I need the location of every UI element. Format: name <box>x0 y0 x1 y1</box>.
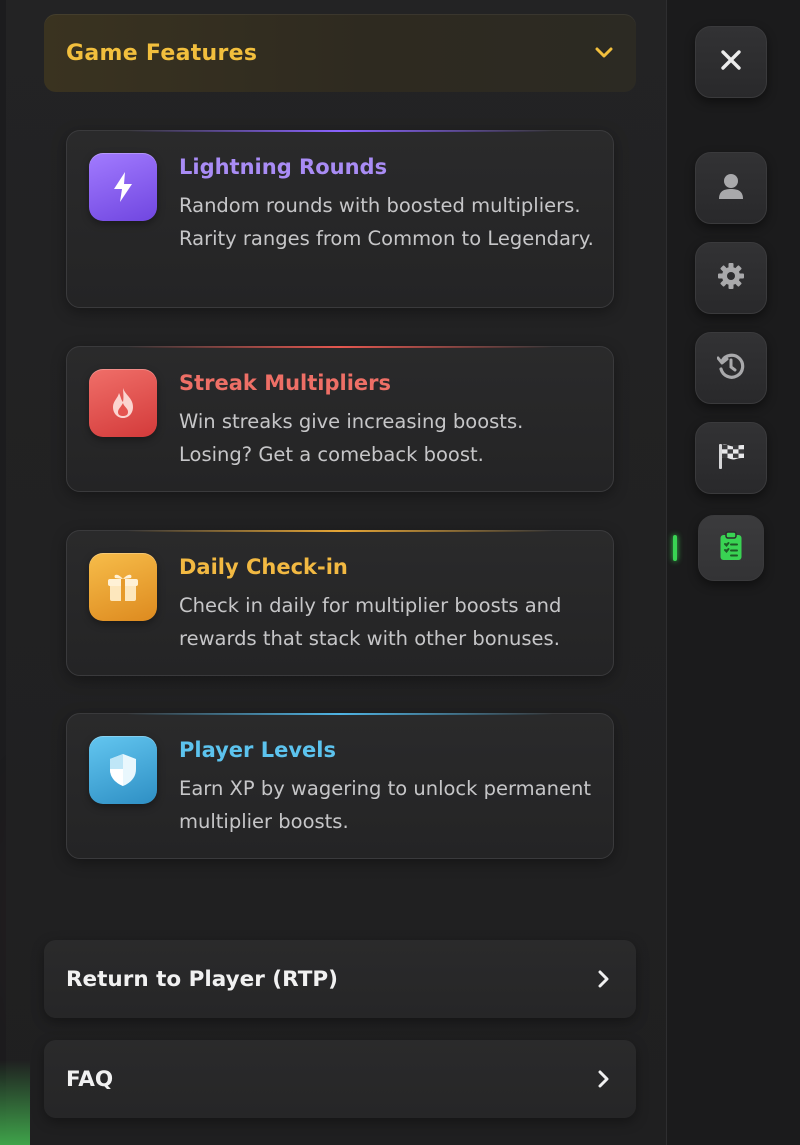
card-accent-line <box>127 713 553 715</box>
faq-section-button[interactable]: FAQ <box>44 1040 636 1118</box>
feature-card-streak-multipliers: Streak Multipliers Win streaks give incr… <box>66 346 614 492</box>
clipboard-icon <box>719 531 743 565</box>
rtp-section-button[interactable]: Return to Player (RTP) <box>44 940 636 1018</box>
feature-title: Streak Multipliers <box>179 371 392 395</box>
feature-card-player-levels: Player Levels Earn XP by wagering to unl… <box>66 713 614 859</box>
card-accent-line <box>127 130 553 132</box>
close-icon <box>720 49 742 75</box>
gift-icon <box>89 553 157 621</box>
feature-card-lightning-rounds: Lightning Rounds Random rounds with boos… <box>66 130 614 308</box>
game-info-button[interactable] <box>698 515 764 581</box>
history-icon <box>716 352 745 384</box>
shield-icon <box>89 736 157 804</box>
gear-icon <box>717 262 745 294</box>
chevron-right-icon <box>594 969 614 989</box>
settings-button[interactable] <box>695 242 767 314</box>
accordion-title: Game Features <box>66 40 258 66</box>
chevron-right-icon <box>594 1069 614 1089</box>
active-rail-indicator <box>673 535 677 561</box>
fire-icon <box>89 369 157 437</box>
feature-title: Daily Check-in <box>179 555 348 579</box>
feature-description: Random rounds with boosted multipliers. … <box>179 194 594 250</box>
user-icon <box>718 172 744 204</box>
lightning-icon <box>89 153 157 221</box>
feature-title: Player Levels <box>179 738 336 762</box>
card-accent-line <box>127 530 553 532</box>
feature-card-daily-check-in: Daily Check-in Check in daily for multip… <box>66 530 614 676</box>
side-rail <box>667 0 800 1145</box>
feature-title: Lightning Rounds <box>179 155 388 179</box>
profile-button[interactable] <box>695 152 767 224</box>
background-edge <box>0 1060 30 1145</box>
feature-description: Check in daily for multiplier boosts and… <box>179 594 562 650</box>
rtp-section-label: Return to Player (RTP) <box>66 966 338 992</box>
history-button[interactable] <box>695 332 767 404</box>
race-button[interactable] <box>695 422 767 494</box>
accordion-game-features[interactable]: Game Features <box>44 14 636 92</box>
card-accent-line <box>127 346 553 348</box>
features-panel: Game Features Lightning Rounds Random ro… <box>6 0 667 1145</box>
feature-description: Earn XP by wagering to unlock permanent … <box>179 777 591 833</box>
close-button[interactable] <box>695 26 767 98</box>
feature-description: Win streaks give increasing boosts. Losi… <box>179 410 524 466</box>
chevron-down-icon <box>594 43 614 63</box>
faq-section-label: FAQ <box>66 1066 114 1092</box>
checkered-flag-icon <box>716 441 746 475</box>
